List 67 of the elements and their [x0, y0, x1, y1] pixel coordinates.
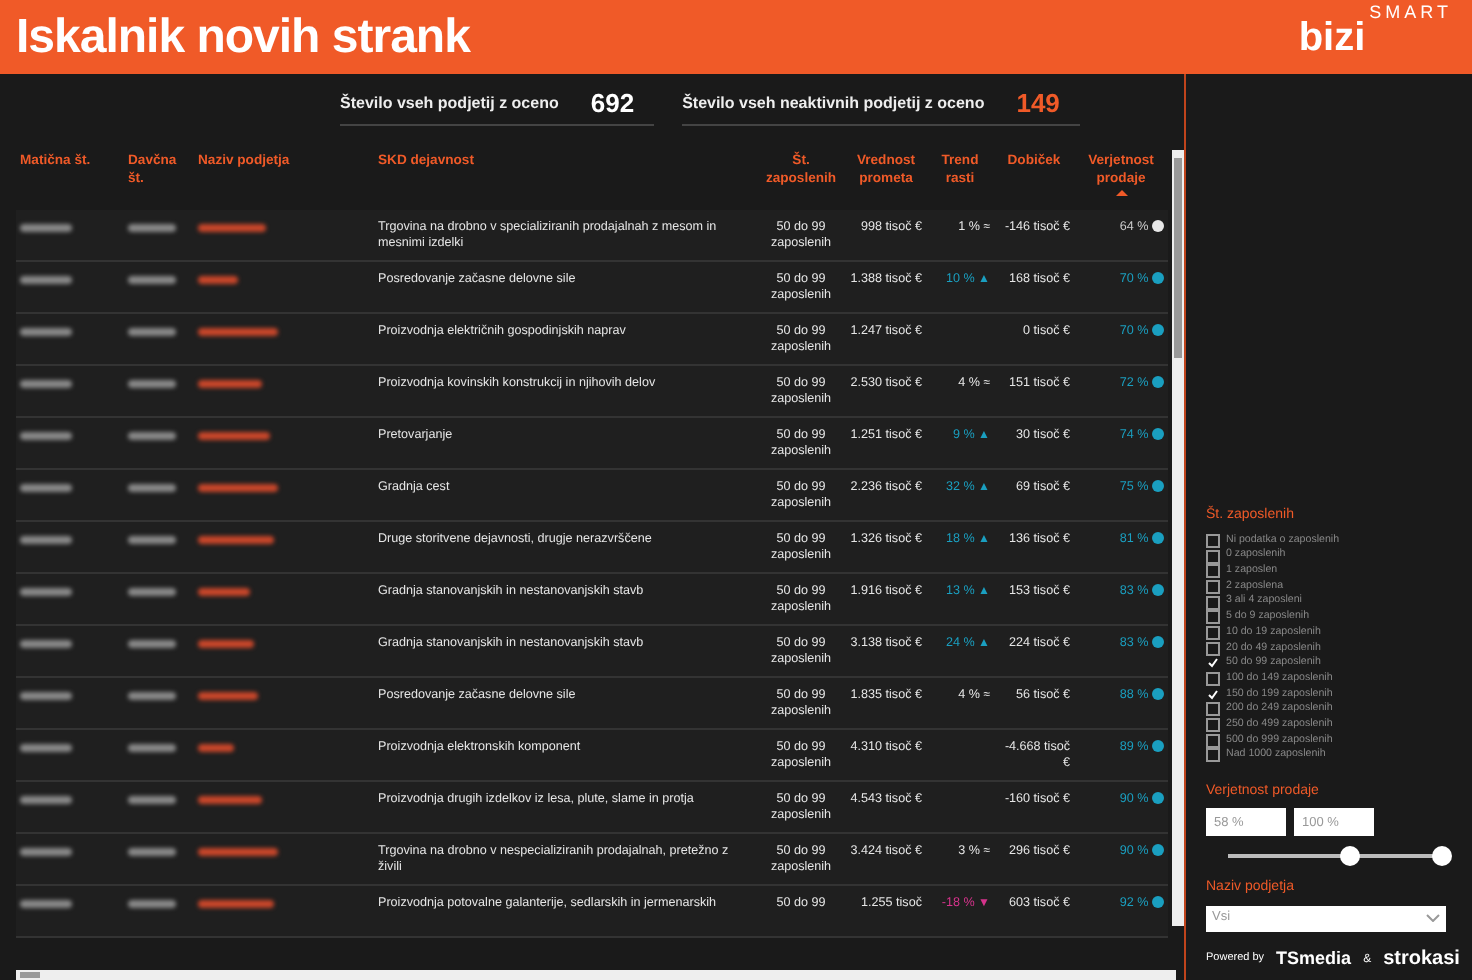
blurred-text — [198, 379, 262, 388]
blurred-text — [128, 327, 176, 336]
blurred-text — [20, 743, 72, 752]
blurred-text — [20, 379, 72, 388]
blurred-text — [20, 587, 72, 596]
blurred-text — [128, 223, 176, 232]
blurred-text — [20, 691, 72, 700]
chevron-down-icon — [1426, 914, 1440, 923]
blurred-text — [198, 535, 274, 544]
checkbox[interactable] — [1206, 672, 1220, 687]
blurred-text — [20, 483, 72, 492]
blurred-text — [20, 847, 72, 856]
vertical-scrollbar[interactable] — [1172, 149, 1184, 926]
kpi-label: Število vseh podjetij z oceno — [340, 91, 559, 115]
checkbox[interactable] — [1206, 579, 1220, 594]
blurred-text — [128, 535, 176, 544]
blurred-text — [128, 795, 176, 804]
blurred-text — [20, 795, 72, 804]
checkbox[interactable] — [1206, 748, 1220, 763]
blurred-text — [128, 691, 176, 700]
partner-logo: strokasi — [1383, 949, 1460, 970]
blurred-text — [198, 899, 274, 908]
blurred-text — [198, 431, 270, 440]
checkbox[interactable] — [1206, 733, 1220, 748]
checkbox[interactable] — [1206, 610, 1220, 625]
blurred-text — [198, 483, 278, 492]
blurred-text — [20, 639, 72, 648]
blurred-text — [128, 275, 176, 284]
checkbox[interactable] — [1206, 718, 1220, 733]
blurred-text — [128, 899, 176, 908]
checkbox[interactable] — [1206, 564, 1220, 579]
checkbox[interactable] — [1206, 549, 1220, 564]
blurred-text — [198, 795, 262, 804]
slider-thumb[interactable] — [1431, 846, 1452, 867]
partner-logo: TSmedia — [1276, 950, 1352, 969]
blurred-text — [20, 327, 72, 336]
blurred-text — [128, 847, 176, 856]
checkbox[interactable] — [1206, 595, 1220, 610]
blurred-text — [198, 743, 234, 752]
blurred-text — [20, 899, 72, 908]
blurred-text — [128, 639, 176, 648]
checkbox[interactable] — [1206, 641, 1220, 656]
blurred-text — [128, 587, 176, 596]
kpi-label: Število vseh neaktivnih podjetij z oceno — [682, 91, 985, 115]
blurred-text — [198, 691, 258, 700]
blurred-text — [128, 379, 176, 388]
slider-thumb[interactable] — [1339, 846, 1360, 867]
horizontal-scrollbar[interactable] — [16, 970, 1176, 980]
blurred-text — [20, 223, 72, 232]
kpi-value: 692 — [590, 85, 635, 122]
blurred-text — [198, 275, 238, 284]
blurred-text — [20, 275, 72, 284]
blurred-text — [128, 743, 176, 752]
page-title: Iskalnik novih strank — [16, 7, 470, 67]
checkbox[interactable] — [1206, 702, 1220, 717]
blurred-text — [198, 223, 266, 232]
blurred-text — [198, 639, 254, 648]
kpi-value: 149 — [1016, 85, 1060, 122]
blurred-text — [198, 587, 250, 596]
blurred-text — [128, 483, 176, 492]
checkbox[interactable] — [1206, 533, 1220, 548]
blurred-text — [20, 535, 72, 544]
checkbox[interactable] — [1206, 625, 1220, 640]
blurred-text — [20, 431, 72, 440]
blurred-text — [128, 431, 176, 440]
blurred-text — [198, 847, 278, 856]
blurred-text — [198, 327, 278, 336]
